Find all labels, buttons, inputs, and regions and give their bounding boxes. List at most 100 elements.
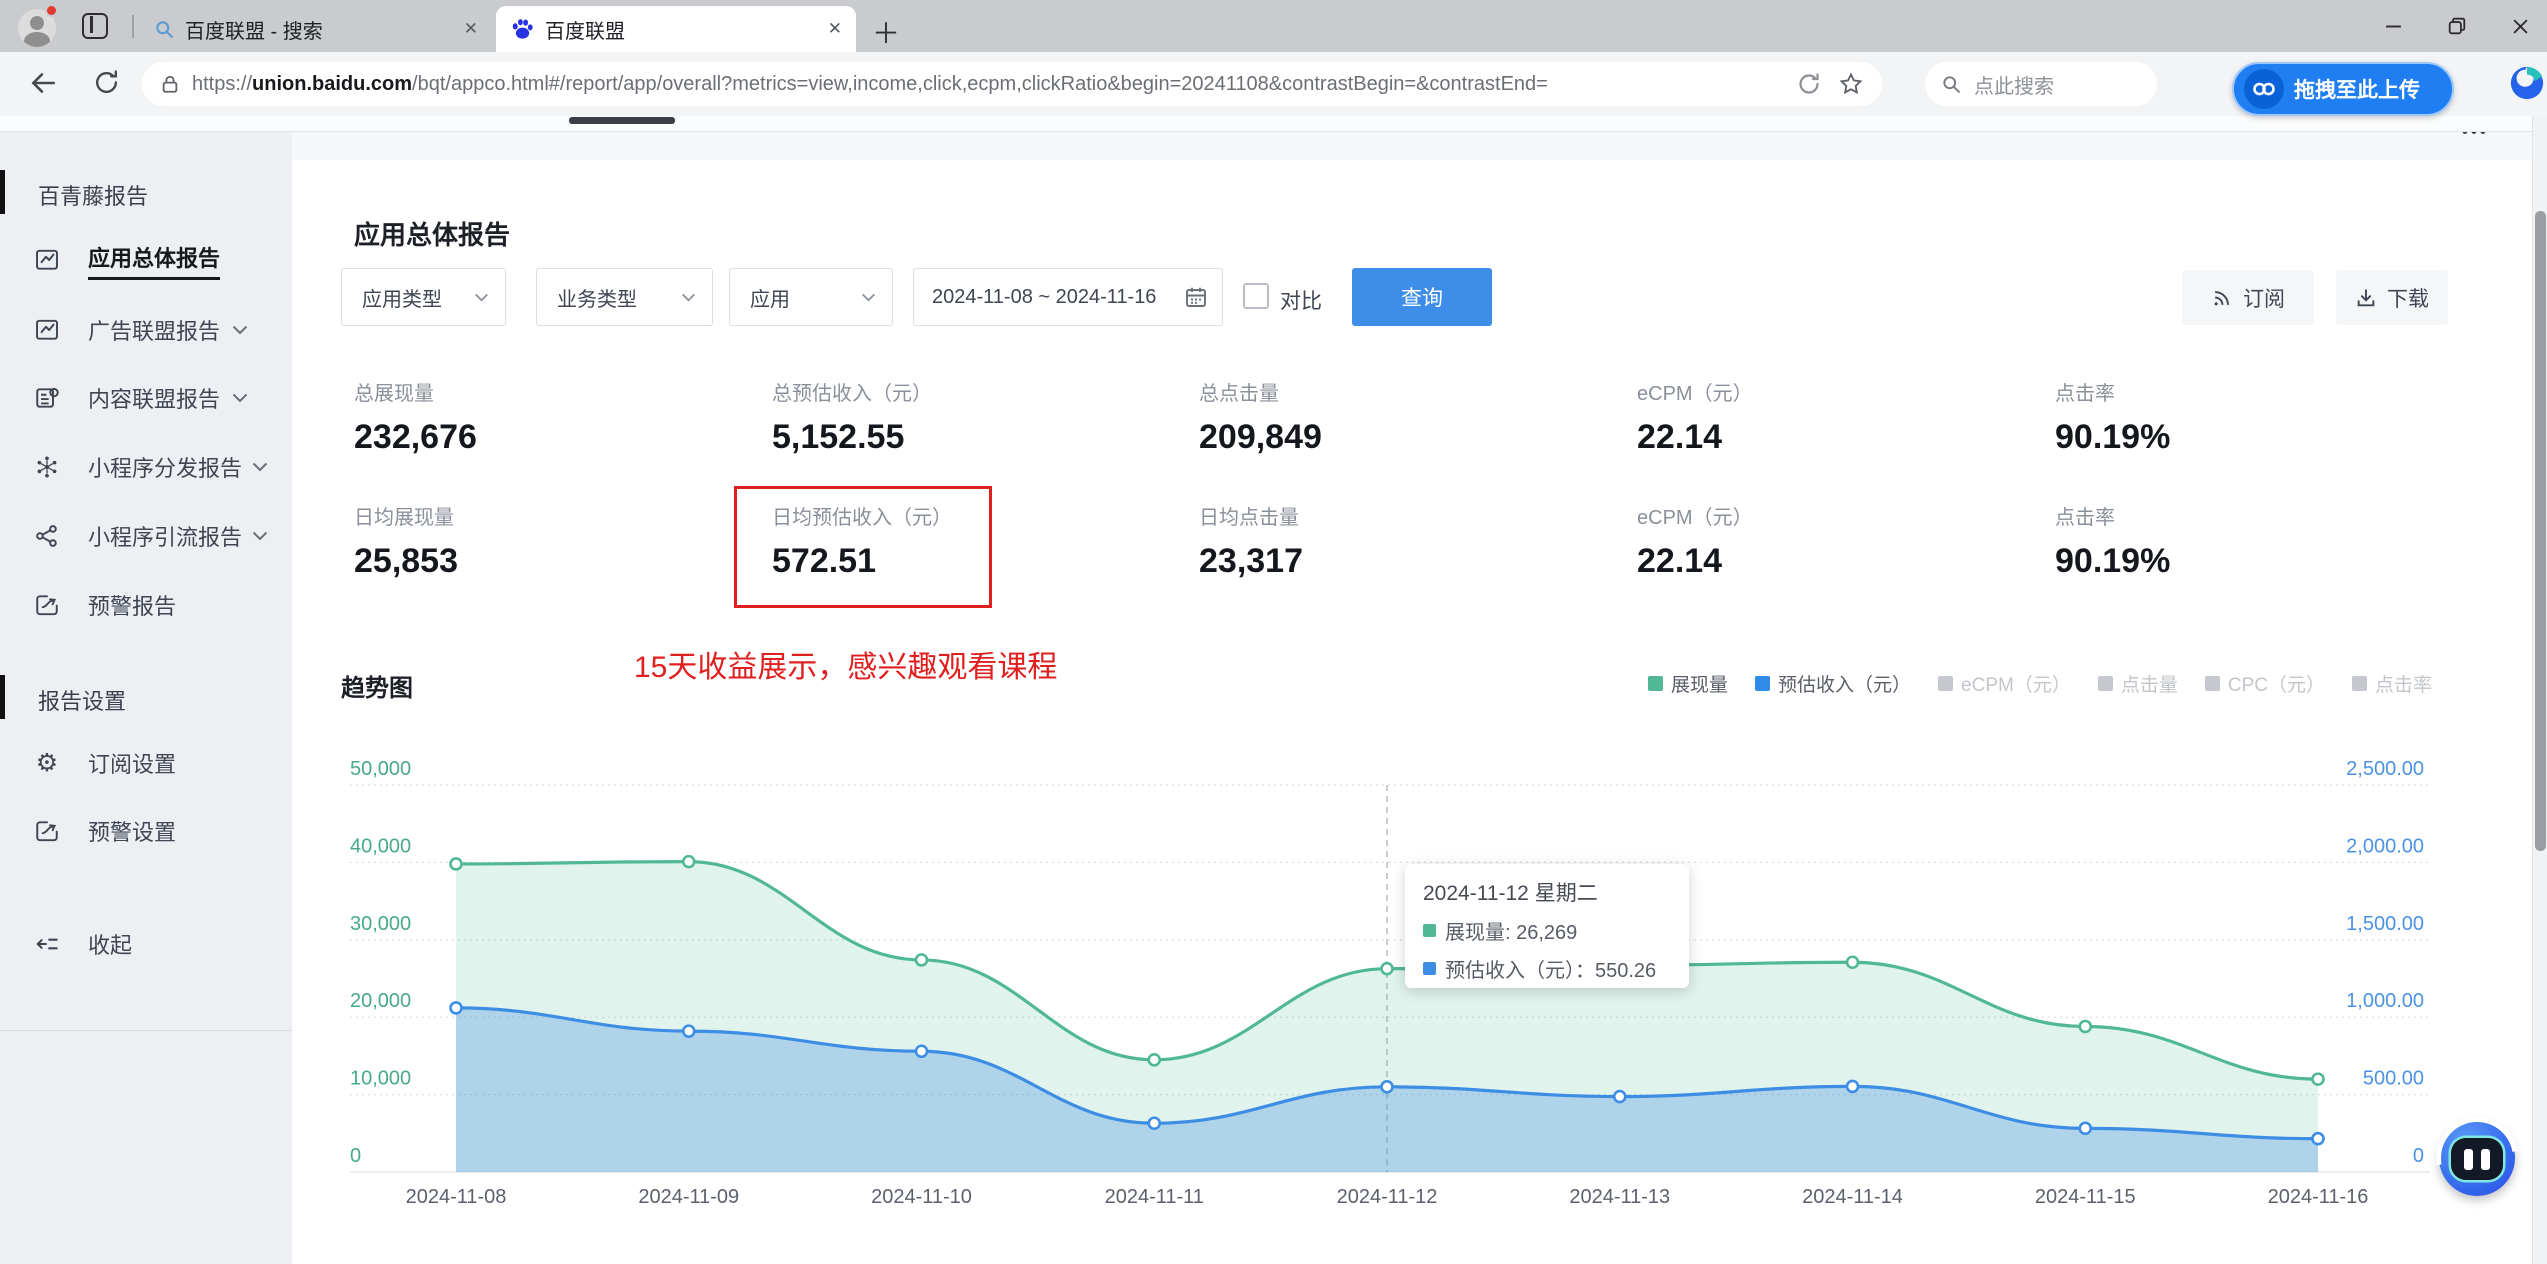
sidebar-item-label: 应用总体报告 (88, 241, 221, 280)
tab-search[interactable]: 百度联盟 - 搜索 ✕ (140, 6, 492, 52)
legend-swatch (2204, 676, 2220, 691)
stat-daily-impressions: 日均展现量 25,853 (354, 507, 458, 580)
download-button[interactable]: 下载 (2336, 270, 2448, 325)
collapse-icon (36, 938, 58, 950)
chart-legend: 展现量 预估收入（元） eCPM（元） 点击量 CPC（元） 点击率 (1648, 670, 2432, 697)
robot-face-icon (2451, 1138, 2503, 1180)
select-value: 应用 (750, 288, 790, 311)
scrollbar-thumb[interactable] (2535, 211, 2546, 851)
stat-total-clicks: 总点击量 209,849 (1199, 383, 1322, 456)
baidu-logo-icon (512, 18, 533, 39)
minimize-button[interactable] (2385, 18, 2402, 35)
legend-label: 展现量 (1671, 675, 1729, 696)
tab-baidu-union[interactable]: 百度联盟 ✕ (496, 6, 856, 52)
legend-swatch (2351, 676, 2367, 691)
legend-item[interactable]: 点击量 (2097, 670, 2178, 697)
back-icon[interactable] (28, 68, 58, 98)
legend-item[interactable]: 预估收入（元） (1755, 670, 1911, 697)
legend-item[interactable]: 点击率 (2351, 670, 2432, 697)
compare-checkbox[interactable] (1243, 283, 1269, 309)
upload-drop-button[interactable]: 拖拽至此上传 (2232, 62, 2454, 116)
assistant-robot-button[interactable] (2419, 1100, 2535, 1216)
search-icon (1943, 75, 1960, 93)
app-type-select[interactable]: 应用类型 (341, 268, 506, 326)
tooltip-value: 展现量: 26,269 (1445, 922, 1578, 944)
section-marker (0, 170, 5, 214)
sidebar-item-warning-report[interactable]: 预警报告 (0, 581, 292, 629)
url-text: https://union.baidu.com/bqt/appco.html#/… (192, 72, 1548, 95)
legend-label: 点击量 (2120, 675, 2178, 696)
sidebar-item-subscribe-settings[interactable]: ⚙ 订阅设置 (0, 739, 292, 787)
stat-daily-clicks: 日均点击量 23,317 (1199, 507, 1303, 580)
sidebar-section-settings: 报告设置 (38, 689, 127, 714)
stat-click-rate: 点击率 90.19% (2055, 383, 2171, 456)
biz-type-select[interactable]: 业务类型 (536, 268, 713, 326)
lock-icon[interactable] (160, 72, 180, 96)
url-bar[interactable]: https://union.baidu.com/bqt/appco.html#/… (142, 62, 1882, 106)
report-icon (36, 319, 58, 340)
legend-label: 预估收入（元） (1778, 675, 1912, 696)
restore-button[interactable] (2448, 17, 2466, 35)
legend-swatch (1755, 676, 1771, 691)
legend-swatch (2097, 676, 2113, 691)
select-value: 业务类型 (557, 288, 637, 311)
favorite-star-icon[interactable] (1838, 71, 1864, 97)
legend-item[interactable]: eCPM（元） (1938, 670, 2071, 697)
tooltip-row: 展现量: 26,269 (1423, 916, 1671, 945)
tab-title: 百度联盟 (545, 20, 625, 43)
rss-icon (2214, 290, 2229, 305)
tab-close-icon[interactable]: ✕ (828, 19, 842, 39)
sidebar-item-alert-settings[interactable]: 预警设置 (0, 807, 292, 855)
workspaces-icon[interactable] (82, 13, 108, 39)
sidebar-item-miniapp-traffic-report[interactable]: 小程序引流报告 (0, 512, 292, 560)
legend-swatch (1938, 676, 1954, 691)
copilot-icon[interactable] (2508, 64, 2546, 102)
sidebar-item-label: 收起 (88, 933, 133, 958)
scrollbar-track[interactable] (2532, 116, 2547, 1264)
tooltip-value: 预估收入（元）：550.26 (1445, 960, 1657, 982)
content-report-icon (36, 387, 59, 408)
annotation-text: 15天收益展示，感兴趣观看课程 (634, 651, 1058, 684)
main-content: 应用总体报告 应用类型 业务类型 应用 2024-11-08 ~ 2024-11… (292, 160, 2532, 1264)
app-select[interactable]: 应用 (729, 268, 893, 326)
gear-icon: ⚙ (35, 749, 59, 777)
page-title: 应用总体报告 (354, 220, 511, 250)
sidebar-item-ad-union-report[interactable]: 广告联盟报告 (0, 306, 292, 354)
legend-item[interactable]: 展现量 (1648, 670, 1728, 697)
sidebar-item-app-overall-report[interactable]: 应用总体报告 (0, 236, 292, 284)
sidebar-item-miniapp-distribution-report[interactable]: 小程序分发报告 (0, 443, 292, 491)
subscribe-label: 订阅 (2243, 287, 2285, 311)
stat-total-impressions: 总展现量 232,676 (354, 383, 477, 456)
reload-mode-icon[interactable] (1796, 71, 1822, 97)
legend-label: 点击率 (2374, 675, 2432, 696)
search-icon (156, 20, 173, 38)
sidebar-item-content-union-report[interactable]: 内容联盟报告 (0, 374, 292, 422)
calendar-icon (1186, 287, 1206, 307)
quick-search-box[interactable]: 点此搜索 (1925, 62, 2157, 106)
chart-tooltip: 2024-11-12 星期二 展现量: 26,269 预估收入（元）：550.2… (1405, 864, 1689, 988)
date-range-picker[interactable]: 2024-11-08 ~ 2024-11-16 (913, 268, 1223, 326)
sidebar-item-label: 广告联盟报告 (88, 319, 221, 344)
tab-close-icon[interactable]: ✕ (464, 19, 478, 39)
legend-item[interactable]: CPC（元） (2204, 670, 2325, 697)
highlight-red-box (734, 486, 992, 608)
chevron-down-icon (252, 462, 268, 472)
chevron-down-icon (862, 293, 875, 301)
quick-search-placeholder: 点此搜索 (1974, 75, 2054, 98)
chevron-down-icon (682, 293, 695, 301)
active-tab-indicator (569, 117, 675, 124)
new-tab-button[interactable]: ＋ (872, 12, 900, 52)
legend-label: eCPM（元） (1961, 675, 2071, 696)
legend-swatch (1648, 676, 1664, 691)
distribution-icon (37, 456, 57, 478)
sidebar-divider (0, 1030, 292, 1031)
alert-settings-icon (36, 821, 58, 842)
sidebar-item-label: 内容联盟报告 (88, 387, 221, 412)
query-button[interactable]: 查询 (1352, 268, 1492, 326)
close-button[interactable] (2512, 18, 2529, 35)
subscribe-button[interactable]: 订阅 (2182, 270, 2314, 325)
sidebar-collapse-button[interactable]: 收起 (0, 920, 292, 968)
report-icon (36, 249, 58, 270)
upload-label: 拖拽至此上传 (2294, 79, 2420, 102)
refresh-icon[interactable] (92, 68, 121, 97)
